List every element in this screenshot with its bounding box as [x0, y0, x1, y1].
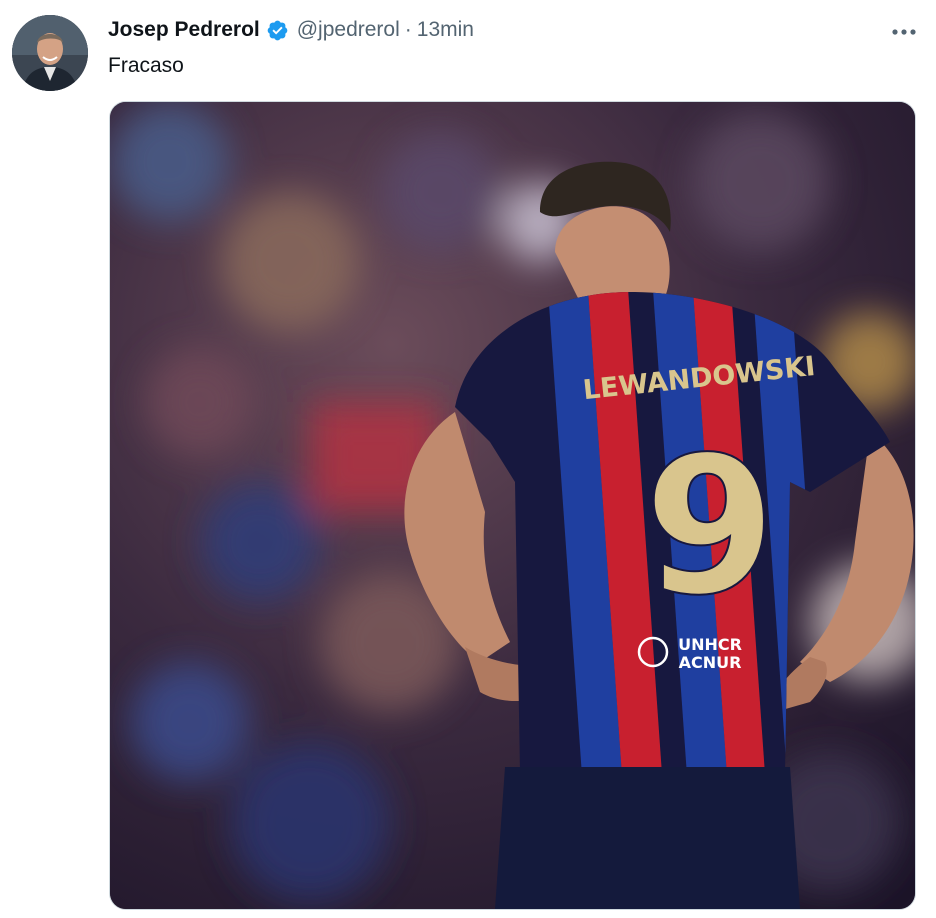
author-handle[interactable]: @jpedrerol [297, 18, 400, 42]
tweet-card: Josep Pedrerol @jpedrerol · 13min Fracas… [0, 0, 936, 918]
more-options-button[interactable] [888, 18, 920, 46]
tweet-header: Josep Pedrerol @jpedrerol · 13min [108, 16, 474, 44]
sponsor-line2-text: ACNUR [679, 653, 742, 672]
avatar-image [12, 15, 88, 91]
separator-dot: · [404, 18, 412, 41]
sponsor-line1-text: UNHCR [678, 635, 742, 654]
tweet-text: Fracaso [108, 54, 184, 77]
tweet-timestamp[interactable]: 13min [417, 18, 474, 42]
tweet-photo[interactable]: LEWANDOWSKI 9 UNHCR ACNUR [109, 101, 916, 910]
jersey-number-text: 9 [644, 416, 776, 637]
photo-footballer-back: LEWANDOWSKI 9 UNHCR ACNUR [110, 102, 915, 909]
verified-badge-icon [266, 19, 289, 42]
author-display-name[interactable]: Josep Pedrerol [108, 18, 260, 42]
avatar[interactable] [12, 15, 88, 91]
more-horizontal-icon [892, 29, 916, 35]
